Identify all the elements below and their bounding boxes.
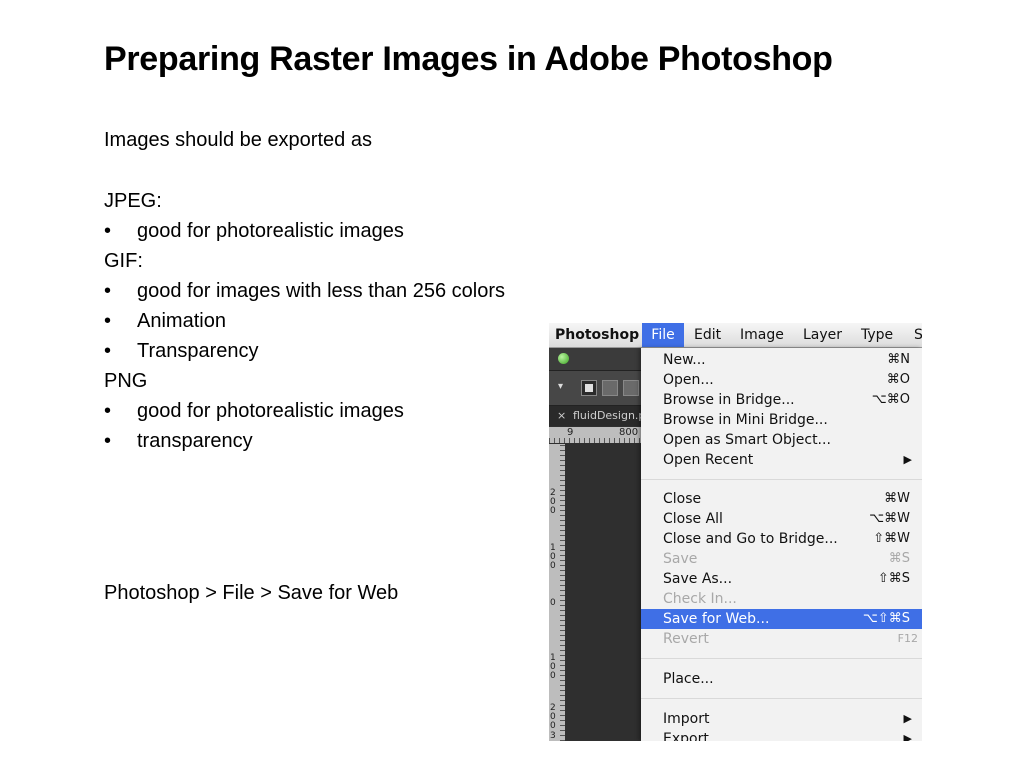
menu-item-save: Save ⌘S (641, 549, 922, 569)
photoshop-workspace: ▾ × fluidDesign.p 9 800 200 100 0 100 20… (549, 348, 645, 741)
close-icon[interactable]: × (557, 406, 566, 426)
menu-item-import[interactable]: Import ▶ (641, 709, 922, 729)
menu-item-close-and-go-to-bridge[interactable]: Close and Go to Bridge... ⇧⌘W (641, 529, 922, 549)
menu-item-label: Export (663, 731, 709, 741)
horizontal-ruler: 9 800 (549, 427, 641, 443)
menu-item-shortcut: ⌥⌘W (869, 511, 910, 526)
menu-item-shortcut: ⇧⌘W (873, 531, 910, 546)
ruler-label: 200 (550, 488, 556, 516)
menu-item-open-recent[interactable]: Open Recent ▶ (641, 450, 922, 470)
slide-title: Preparing Raster Images in Adobe Photosh… (104, 40, 833, 78)
menu-item-label: Save for Web... (663, 611, 770, 627)
submenu-arrow-icon: ▶ (903, 712, 912, 725)
menu-item-shortcut: ⌥⌘O (871, 392, 910, 407)
photoshop-screenshot: Photoshop File Edit Image Layer Type S ▾… (549, 323, 922, 741)
menu-item-close-all[interactable]: Close All ⌥⌘W (641, 509, 922, 529)
submenu-arrow-icon: ▶ (903, 453, 912, 466)
selection-subtract-icon[interactable] (623, 380, 639, 396)
menu-item-label: Browse in Mini Bridge... (663, 412, 828, 428)
options-bar: ▾ (549, 371, 641, 406)
window-titlebar (549, 348, 641, 371)
jpeg-heading: JPEG: (104, 190, 162, 212)
menu-item-open[interactable]: Open... ⌘O (641, 370, 922, 390)
selection-new-icon[interactable] (581, 380, 597, 396)
menu-item-place[interactable]: Place... (641, 669, 922, 689)
vertical-ruler: 200 100 0 100 200 3 (549, 444, 565, 741)
menu-separator (641, 658, 922, 659)
png-heading: PNG (104, 370, 148, 392)
menu-path-text: Photoshop > File > Save for Web (104, 582, 399, 604)
menu-file[interactable]: File (642, 323, 684, 347)
ruler-label: 100 (550, 653, 556, 681)
ruler-label: 3 (550, 731, 556, 741)
menu-item-label: Open... (663, 372, 714, 388)
menu-item-label: Save As... (663, 571, 733, 587)
menu-app-photoshop[interactable]: Photoshop (552, 323, 642, 347)
menu-item-label: Close and Go to Bridge... (663, 531, 838, 547)
ruler-label: 9 (567, 427, 574, 438)
menu-item-label: Close All (663, 511, 723, 527)
menu-image[interactable]: Image (740, 323, 784, 347)
menu-item-label: New... (663, 352, 706, 368)
menu-separator (641, 698, 922, 699)
ruler-label: 0 (550, 598, 556, 608)
menu-item-revert: Revert F12 (641, 629, 922, 649)
menu-item-export[interactable]: Export ▶ (641, 729, 922, 741)
ruler-label: 100 (550, 543, 556, 571)
menu-layer[interactable]: Layer (803, 323, 842, 347)
menu-item-save-for-web[interactable]: Save for Web... ⌥⇧⌘S (641, 609, 922, 629)
menu-item-label: Open Recent (663, 452, 754, 468)
intro-text: Images should be exported as (104, 129, 372, 151)
list-item: Animation (104, 306, 505, 336)
selection-add-icon[interactable] (602, 380, 618, 396)
menu-item-label: Revert (663, 631, 709, 647)
menu-item-label: Close (663, 491, 702, 507)
list-item: Transparency (104, 336, 505, 366)
menu-item-label: Place... (663, 671, 714, 687)
list-item: transparency (104, 426, 505, 456)
menu-item-shortcut: ⇧⌘S (877, 571, 910, 586)
ruler-label: 200 (550, 703, 556, 731)
menu-item-close[interactable]: Close ⌘W (641, 489, 922, 509)
file-menu-dropdown: New... ⌘N Open... ⌘O Browse in Bridge...… (641, 348, 922, 741)
submenu-arrow-icon: ▶ (903, 732, 912, 741)
list-item: good for images with less than 256 color… (104, 276, 505, 306)
menu-s[interactable]: S (914, 323, 922, 347)
menu-edit[interactable]: Edit (694, 323, 721, 347)
chevron-down-icon[interactable]: ▾ (558, 381, 563, 392)
menu-item-label: Save (663, 551, 698, 567)
menu-separator (641, 479, 922, 480)
menu-item-check-in: Check In... (641, 589, 922, 609)
document-tab[interactable]: × fluidDesign.p (549, 406, 645, 426)
menu-item-shortcut: ⌘W (884, 491, 910, 506)
list-item: good for photorealistic images (104, 216, 505, 246)
menu-bar: Photoshop File Edit Image Layer Type S (549, 323, 922, 348)
menu-item-label: Import (663, 711, 710, 727)
menu-item-shortcut: F12 (897, 632, 918, 645)
list-item: good for photorealistic images (104, 396, 505, 426)
menu-item-shortcut: ⌘S (888, 551, 910, 566)
window-zoom-icon[interactable] (558, 353, 569, 364)
menu-item-label: Open as Smart Object... (663, 432, 831, 448)
menu-item-label: Browse in Bridge... (663, 392, 795, 408)
menu-item-new[interactable]: New... ⌘N (641, 350, 922, 370)
menu-item-label: Check In... (663, 591, 737, 607)
menu-type[interactable]: Type (861, 323, 893, 347)
menu-item-browse-in-mini-bridge[interactable]: Browse in Mini Bridge... (641, 410, 922, 430)
gif-heading: GIF: (104, 250, 143, 272)
bullet-list: JPEG: good for photorealistic images GIF… (104, 186, 505, 456)
menu-item-browse-in-bridge[interactable]: Browse in Bridge... ⌥⌘O (641, 390, 922, 410)
ruler-label: 800 (619, 427, 639, 438)
menu-item-shortcut: ⌘O (886, 372, 910, 387)
menu-item-shortcut: ⌥⇧⌘S (862, 611, 910, 626)
menu-item-shortcut: ⌘N (887, 352, 910, 367)
document-tab-label: fluidDesign.p (573, 409, 646, 422)
menu-item-open-as-smart-object[interactable]: Open as Smart Object... (641, 430, 922, 450)
menu-item-save-as[interactable]: Save As... ⇧⌘S (641, 569, 922, 589)
